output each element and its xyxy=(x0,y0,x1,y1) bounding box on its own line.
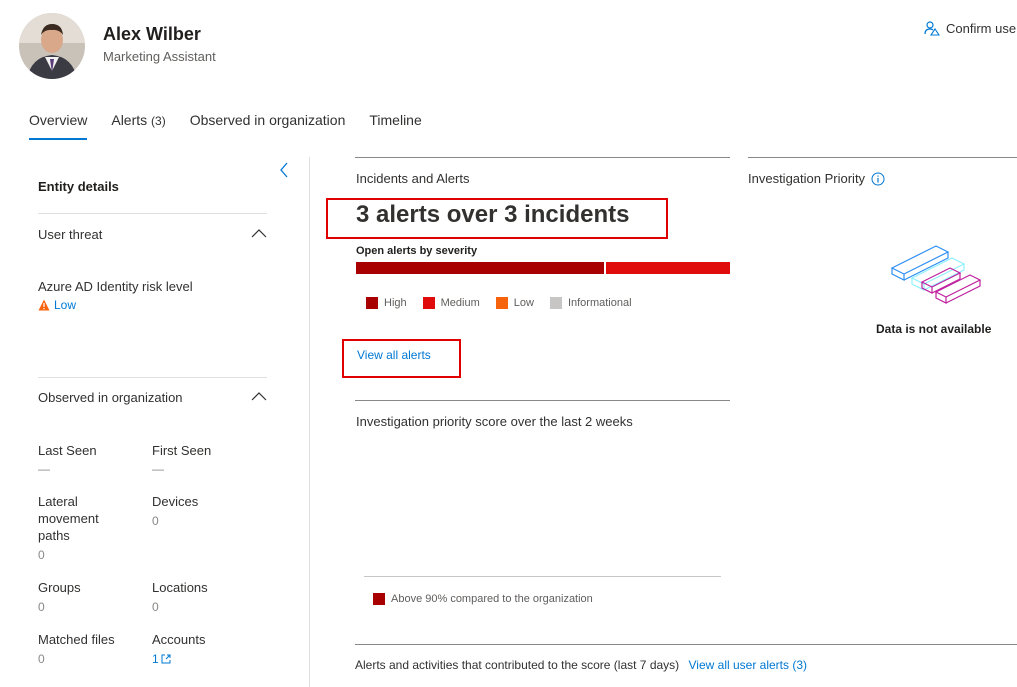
view-all-alerts-link[interactable]: View all alerts xyxy=(357,348,431,362)
first-seen-value: — xyxy=(152,462,164,476)
risk-level-link[interactable]: Low xyxy=(54,298,76,312)
incidents-title: Incidents and Alerts xyxy=(356,171,470,186)
priority-header: Investigation Priority xyxy=(748,171,885,186)
card-divider xyxy=(355,400,730,401)
chevron-up-icon[interactable] xyxy=(251,389,267,404)
locations-value: 0 xyxy=(152,600,159,614)
risk-level-label: Azure AD Identity risk level xyxy=(38,279,193,294)
severity-legend: High Medium Low Informational xyxy=(366,297,632,309)
severity-segment-high xyxy=(356,262,605,274)
legend-swatch xyxy=(373,593,385,605)
accounts-label: Accounts xyxy=(152,632,206,647)
severity-bar xyxy=(356,262,730,274)
tab-overview[interactable]: Overview xyxy=(29,112,88,140)
tab-timeline-label: Timeline xyxy=(369,112,422,128)
info-icon[interactable] xyxy=(871,172,885,186)
lateral-label-line: movement xyxy=(38,511,99,526)
panel-divider xyxy=(309,157,310,687)
confirm-user-button[interactable]: Confirm user xyxy=(924,20,1017,36)
legend-swatch xyxy=(422,297,435,309)
user-avatar xyxy=(19,13,85,79)
lateral-value: 0 xyxy=(38,548,45,562)
tab-overview-label: Overview xyxy=(29,112,88,128)
view-all-user-alerts-link[interactable]: View all user alerts (3) xyxy=(689,658,808,672)
severity-label: Open alerts by severity xyxy=(356,245,478,257)
legend-swatch xyxy=(495,297,508,309)
severity-segment-medium xyxy=(606,262,730,274)
legend-low: Low xyxy=(495,297,534,309)
card-divider xyxy=(355,644,1017,645)
alerts-headline: 3 alerts over 3 incidents xyxy=(356,201,630,228)
risk-level-value[interactable]: Low xyxy=(38,298,76,312)
priority-title: Investigation Priority xyxy=(748,171,866,186)
chevron-up-icon[interactable] xyxy=(251,226,267,241)
legend-label: Low xyxy=(513,297,534,309)
card-divider xyxy=(748,157,1017,158)
accounts-link[interactable]: 1 xyxy=(152,652,171,666)
legend-label: Medium xyxy=(440,297,480,309)
tab-bar: Overview Alerts (3) Observed in organiza… xyxy=(29,112,446,140)
data-not-available: Data is not available xyxy=(876,322,992,336)
tab-alerts[interactable]: Alerts (3) xyxy=(111,112,165,140)
card-divider xyxy=(355,157,730,158)
matched-files-label: Matched files xyxy=(38,632,115,647)
last-seen-value: — xyxy=(38,462,50,476)
matched-files-value: 0 xyxy=(38,652,45,666)
groups-value: 0 xyxy=(38,600,45,614)
user-name: Alex Wilber xyxy=(103,24,201,44)
lateral-label: Lateral movement paths xyxy=(38,493,99,544)
chart-axis xyxy=(364,576,721,577)
lateral-label-line: Lateral xyxy=(38,494,78,509)
lateral-label-line: paths xyxy=(38,528,70,543)
locations-label: Locations xyxy=(152,580,208,595)
warning-icon xyxy=(38,299,50,311)
legend-label: Above 90% compared to the organization xyxy=(391,593,593,605)
user-threat-heading: User threat xyxy=(38,227,103,242)
observed-heading: Observed in organization xyxy=(38,390,183,405)
accounts-value[interactable]: 1 xyxy=(152,652,159,666)
confirm-user-label: Confirm user xyxy=(946,20,1017,36)
tab-alerts-count: (3) xyxy=(151,114,166,128)
legend-high: High xyxy=(366,297,407,309)
last-seen-label: Last Seen xyxy=(38,443,97,458)
legend-medium: Medium xyxy=(422,297,480,309)
external-link-icon xyxy=(161,654,171,664)
legend-label: Informational xyxy=(567,297,632,309)
devices-value: 0 xyxy=(152,514,159,528)
priority-chart-title: Investigation priority score over the la… xyxy=(356,414,633,429)
empty-data-illustration xyxy=(888,240,984,315)
priority-chart-legend: Above 90% compared to the organization xyxy=(373,593,593,605)
user-job-title: Marketing Assistant xyxy=(103,49,216,64)
contrib-row: Alerts and activities that contributed t… xyxy=(355,658,807,672)
divider xyxy=(38,213,267,214)
entity-details-heading: Entity details xyxy=(38,179,119,194)
divider xyxy=(38,377,267,378)
legend-informational: Informational xyxy=(549,297,632,309)
tab-observed-label: Observed in organization xyxy=(189,112,346,128)
contrib-text: Alerts and activities that contributed t… xyxy=(355,658,680,672)
devices-label: Devices xyxy=(152,494,199,509)
tab-alerts-label: Alerts xyxy=(111,112,148,128)
user-warning-icon xyxy=(924,21,940,36)
tab-observed[interactable]: Observed in organization xyxy=(190,112,346,140)
legend-label: High xyxy=(384,297,407,309)
legend-swatch xyxy=(366,297,378,309)
groups-label: Groups xyxy=(38,580,81,595)
first-seen-label: First Seen xyxy=(152,443,212,458)
collapse-panel-icon[interactable] xyxy=(279,162,289,183)
tab-timeline[interactable]: Timeline xyxy=(369,112,421,140)
legend-swatch xyxy=(549,297,562,309)
